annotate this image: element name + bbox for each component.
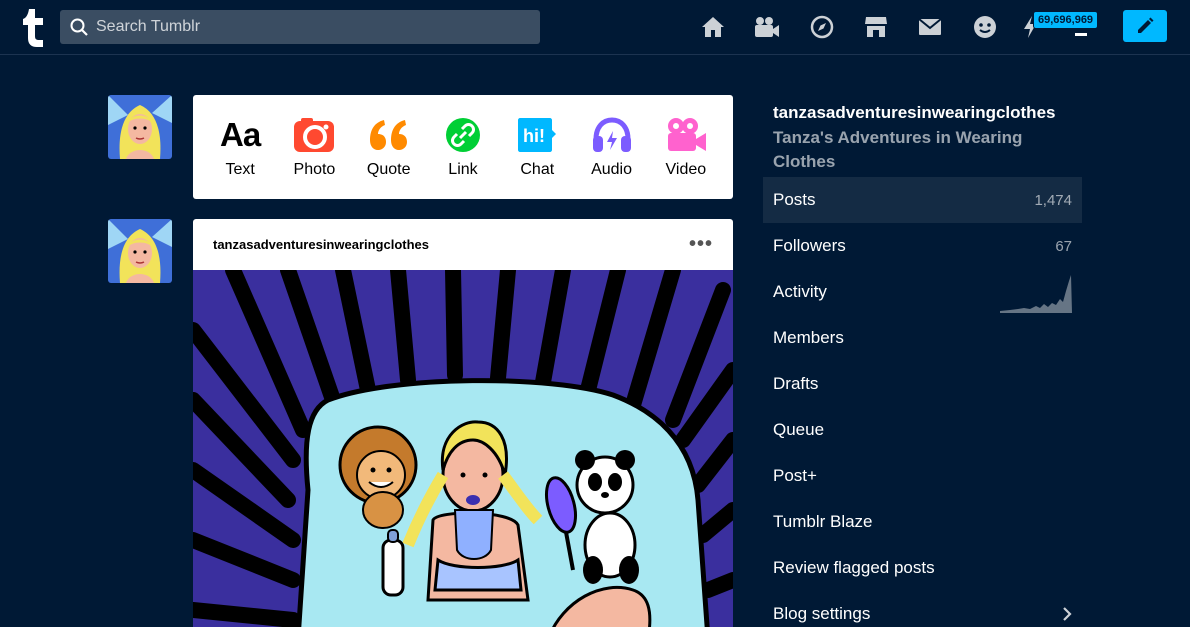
sidebar-item-post-plus[interactable]: Post+ xyxy=(763,453,1082,499)
inbox-icon[interactable] xyxy=(917,14,943,40)
quote-icon xyxy=(368,115,410,155)
post-menu-button[interactable]: ••• xyxy=(689,233,713,256)
photo-icon xyxy=(293,115,335,155)
sidebar-item-label: Drafts xyxy=(773,374,819,393)
tumblr-logo-icon[interactable] xyxy=(20,9,46,47)
post-type-label: Chat xyxy=(520,161,555,178)
post-type-video[interactable]: Video xyxy=(651,115,721,179)
post-type-link[interactable]: Link xyxy=(428,115,498,179)
post-header: tanzasadventuresinwearingclothes ••• xyxy=(193,219,733,270)
sidebar-item-drafts[interactable]: Drafts xyxy=(763,361,1082,407)
sidebar-item-label: Review flagged posts xyxy=(773,558,935,577)
audio-icon xyxy=(591,115,633,155)
compose-button[interactable] xyxy=(1123,10,1167,42)
video-icon xyxy=(665,115,707,155)
chat-icon: hi! xyxy=(517,115,557,155)
messaging-icon[interactable] xyxy=(972,14,998,40)
post-type-bar: Aa Text Photo Quote Link hi! Chat Audio xyxy=(193,95,733,199)
video-icon[interactable] xyxy=(754,14,780,40)
sidebar-item-label: Activity xyxy=(773,282,827,301)
post-type-label: Video xyxy=(665,161,707,178)
sidebar-item-count: 1,474 xyxy=(1034,191,1072,209)
sidebar-item-tumblr-blaze[interactable]: Tumblr Blaze xyxy=(763,499,1082,545)
sidebar-item-label: Members xyxy=(773,328,844,347)
post-type-label: Link xyxy=(448,161,478,178)
link-icon xyxy=(445,115,481,155)
post-type-label: Photo xyxy=(293,161,336,178)
sidebar-item-label: Tumblr Blaze xyxy=(773,512,873,531)
post-type-photo[interactable]: Photo xyxy=(279,115,349,179)
chevron-right-icon xyxy=(1063,607,1072,621)
sidebar-blog-title: Tanza's Adventures in Wearing Clothes xyxy=(773,128,1023,171)
sidebar-item-posts[interactable]: Posts 1,474 xyxy=(763,177,1082,223)
explore-icon[interactable] xyxy=(809,14,835,40)
avatar[interactable] xyxy=(108,95,172,159)
text-icon: Aa xyxy=(220,116,261,153)
post-type-label: Audio xyxy=(591,161,632,178)
post-type-label: Text xyxy=(225,161,255,178)
search-bar[interactable] xyxy=(60,10,540,44)
sidebar-item-label: Followers xyxy=(773,236,846,255)
post-card: tanzasadventuresinwearingclothes ••• xyxy=(193,219,733,627)
sidebar-blog-name[interactable]: tanzasadventuresinwearingclothes xyxy=(773,103,1055,123)
post-username[interactable]: tanzasadventuresinwearingclothes xyxy=(213,237,429,252)
sidebar-item-queue[interactable]: Queue xyxy=(763,407,1082,453)
post-type-quote[interactable]: Quote xyxy=(354,115,424,179)
pencil-icon xyxy=(1138,17,1154,33)
sidebar-item-label: Post+ xyxy=(773,466,817,485)
svg-text:hi!: hi! xyxy=(523,126,545,146)
sidebar-item-review-flagged-posts[interactable]: Review flagged posts xyxy=(763,545,1082,591)
sidebar-item-blog-settings[interactable]: Blog settings xyxy=(763,591,1082,627)
sidebar-item-followers[interactable]: Followers 67 xyxy=(763,223,1082,269)
account-icon[interactable] xyxy=(1068,14,1094,40)
sidebar-item-members[interactable]: Members xyxy=(763,315,1082,361)
top-navbar: 69,696,969 xyxy=(0,0,1190,55)
post-type-text[interactable]: Aa Text xyxy=(205,115,275,179)
sidebar-item-label: Queue xyxy=(773,420,825,439)
home-icon[interactable] xyxy=(700,14,726,40)
sidebar-item-activity[interactable]: Activity xyxy=(763,269,1082,315)
sidebar-item-count: 67 xyxy=(1055,237,1072,255)
post-type-label: Quote xyxy=(366,161,411,178)
search-icon xyxy=(70,18,88,36)
post-type-chat[interactable]: hi! Chat xyxy=(502,115,572,179)
blog-sidebar-menu: Posts 1,474 Followers 67 Activity Member… xyxy=(763,177,1082,627)
sidebar-item-label: Posts xyxy=(773,190,816,209)
avatar[interactable] xyxy=(108,219,172,283)
post-image[interactable] xyxy=(193,270,733,627)
shop-icon[interactable] xyxy=(863,14,889,40)
activity-sparkline xyxy=(1000,275,1072,313)
post-type-audio[interactable]: Audio xyxy=(577,115,647,179)
search-input[interactable] xyxy=(96,18,516,36)
sidebar-item-label: Blog settings xyxy=(773,604,871,623)
